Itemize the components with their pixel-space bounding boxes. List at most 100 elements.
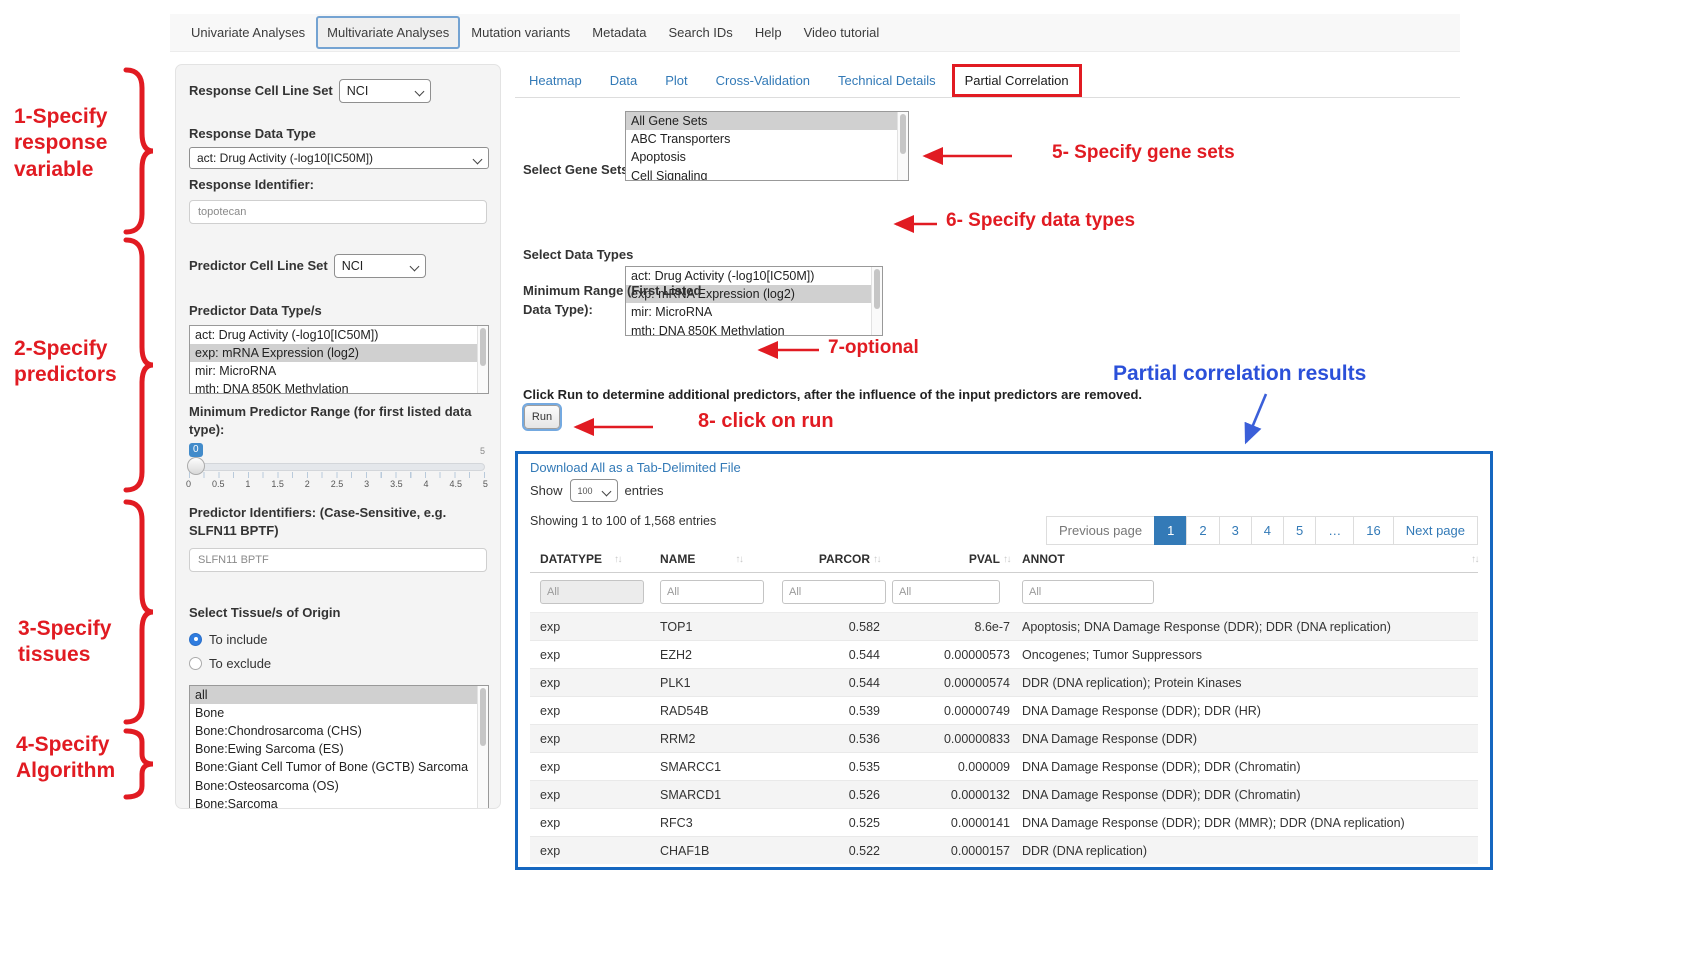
column-filter-input[interactable] <box>892 580 1000 604</box>
radio-button[interactable] <box>189 657 202 670</box>
column-filter-input[interactable] <box>540 580 644 604</box>
table-row[interactable]: exp SMARCD1 0.526 0.0000132 DNA Damage R… <box>530 780 1478 808</box>
data-types-label: Select Data Types <box>523 247 633 262</box>
scrollbar[interactable] <box>477 686 488 810</box>
predictor-identifiers-input[interactable] <box>189 548 487 572</box>
listbox-option[interactable]: Bone:Ewing Sarcoma (ES) <box>190 740 488 758</box>
listbox-option[interactable]: exp: mRNA Expression (log2) <box>190 344 488 362</box>
response-cell-line-set-label: Response Cell Line Set <box>189 82 333 100</box>
page-button[interactable]: … <box>1315 516 1354 545</box>
sort-icon[interactable]: ↑↓ <box>735 554 742 565</box>
column-header-parcor[interactable]: PARCOR↑↓ <box>772 552 882 566</box>
response-identifier-input[interactable] <box>189 200 487 224</box>
predictor-data-types-listbox[interactable]: act: Drug Activity (-log10[IC50M]) exp: … <box>189 325 489 394</box>
table-row[interactable]: exp TOP1 0.582 8.6e-7 Apoptosis; DNA Dam… <box>530 613 1478 640</box>
response-data-type-select[interactable]: act: Drug Activity (-log10[IC50M]) <box>189 147 489 169</box>
sort-icon[interactable]: ↑↓ <box>873 554 880 565</box>
listbox-option[interactable]: mth: DNA 850K Methylation <box>190 380 488 393</box>
brace-1 <box>120 66 158 236</box>
listbox-option[interactable]: mir: MicroRNA <box>190 362 488 380</box>
tick-label: 3 <box>364 479 369 489</box>
sort-icon[interactable]: ↑↓ <box>1471 554 1478 565</box>
nav-item[interactable]: Help <box>744 16 793 49</box>
listbox-option[interactable]: Bone:Chondrosarcoma (CHS) <box>190 722 488 740</box>
run-button[interactable]: Run <box>524 405 560 429</box>
partial-correlation-results: Download All as a Tab-Delimited File Sho… <box>515 451 1493 870</box>
scrollbar[interactable] <box>897 112 908 180</box>
scrollbar-thumb[interactable] <box>480 688 486 746</box>
tab[interactable]: Plot <box>653 65 699 96</box>
scrollbar-thumb[interactable] <box>480 328 486 366</box>
page-button[interactable]: 16 <box>1353 516 1393 545</box>
radio-button[interactable] <box>189 633 202 646</box>
listbox-option[interactable]: Bone <box>190 704 488 722</box>
tab[interactable]: Cross-Validation <box>704 65 822 96</box>
table-row[interactable]: exp RRM2 0.536 0.00000833 DNA Damage Res… <box>530 724 1478 752</box>
sort-icon[interactable]: ↑↓ <box>614 554 621 565</box>
cell-name: SMARCC1 <box>650 760 772 774</box>
response-data-type-value: act: Drug Activity (-log10[IC50M]) <box>197 151 373 165</box>
previous-page-button[interactable]: Previous page <box>1046 516 1155 545</box>
page-button[interactable]: 1 <box>1154 516 1187 545</box>
predictor-identifiers-label: Predictor Identifiers: (Case-Sensitive, … <box>189 504 489 540</box>
predictor-cell-line-set-select[interactable]: NCI <box>334 254 426 278</box>
cell-parcor: 0.535 <box>772 760 882 774</box>
page-button[interactable]: 2 <box>1186 516 1219 545</box>
table-row[interactable]: exp PLK1 0.544 0.00000574 DDR (DNA repli… <box>530 668 1478 696</box>
min-predictor-range-slider[interactable]: 0 5 00.511.522.533.544.55 <box>189 443 485 491</box>
tissue-listbox[interactable]: all Bone Bone:Chondrosarcoma (CHS) Bone:… <box>189 685 489 810</box>
tab[interactable]: Partial Correlation <box>952 64 1082 97</box>
radio-row[interactable]: To exclude <box>189 656 487 671</box>
column-filter-input[interactable] <box>660 580 764 604</box>
tab[interactable]: Data <box>598 65 649 96</box>
chevron-down-icon <box>601 487 611 497</box>
table-row[interactable]: exp EZH2 0.544 0.00000573 Oncogenes; Tum… <box>530 640 1478 668</box>
nav-item[interactable]: Mutation variants <box>460 16 581 49</box>
nav-item[interactable]: Multivariate Analyses <box>316 16 460 49</box>
page-button[interactable]: 3 <box>1219 516 1252 545</box>
listbox-option[interactable]: all <box>190 686 488 704</box>
sort-icon[interactable]: ↑↓ <box>1003 554 1010 565</box>
listbox-option[interactable]: Apoptosis <box>626 148 908 166</box>
page-size-select[interactable]: 100 <box>570 479 618 502</box>
slider-track[interactable] <box>189 463 485 471</box>
nav-item[interactable]: Metadata <box>581 16 657 49</box>
tab[interactable]: Heatmap <box>517 65 594 96</box>
nav-item[interactable]: Video tutorial <box>793 16 891 49</box>
nav-item[interactable]: Univariate Analyses <box>180 16 316 49</box>
listbox-option[interactable]: Bone:Osteosarcoma (OS) <box>190 777 488 795</box>
scrollbar[interactable] <box>477 326 488 393</box>
response-cell-line-set-select[interactable]: NCI <box>339 79 431 103</box>
listbox-option[interactable]: All Gene Sets <box>626 112 908 130</box>
listbox-option[interactable]: act: Drug Activity (-log10[IC50M]) <box>190 326 488 344</box>
download-link[interactable]: Download All as a Tab-Delimited File <box>530 460 1478 475</box>
gene-sets-listbox[interactable]: All Gene Sets ABC Transporters Apoptosis… <box>625 111 909 181</box>
column-header-name[interactable]: NAME↑↓ <box>650 552 772 566</box>
listbox-option[interactable]: mth: DNA 850K Methylation <box>626 322 882 336</box>
page-button[interactable]: 5 <box>1283 516 1316 545</box>
tab[interactable]: Technical Details <box>826 65 948 96</box>
column-filter <box>530 580 650 604</box>
column-filter-input[interactable] <box>1022 580 1154 604</box>
column-header-datatype[interactable]: DATATYPE↑↓ <box>530 552 650 566</box>
table-row[interactable]: exp RAD54B 0.539 0.00000749 DNA Damage R… <box>530 696 1478 724</box>
scrollbar-thumb[interactable] <box>874 269 880 309</box>
cell-annot: DNA Damage Response (DDR); DDR (Chromati… <box>1012 788 1478 802</box>
listbox-option[interactable]: Bone:Sarcoma <box>190 795 488 809</box>
column-header-pval[interactable]: PVAL↑↓ <box>882 552 1012 566</box>
nav-item[interactable]: Search IDs <box>658 16 744 49</box>
table-row[interactable]: exp SMARCC1 0.535 0.000009 DNA Damage Re… <box>530 752 1478 780</box>
table-row[interactable]: exp RFC3 0.525 0.0000141 DNA Damage Resp… <box>530 808 1478 836</box>
scrollbar[interactable] <box>871 267 882 335</box>
page-button[interactable]: 4 <box>1251 516 1284 545</box>
column-filter-input[interactable] <box>782 580 886 604</box>
scrollbar-thumb[interactable] <box>900 114 906 154</box>
radio-row[interactable]: To include <box>189 632 487 647</box>
listbox-option[interactable]: ABC Transporters <box>626 130 908 148</box>
listbox-option[interactable]: Bone:Giant Cell Tumor of Bone (GCTB) Sar… <box>190 758 488 776</box>
table-row[interactable]: exp CHAF1B 0.522 0.0000157 DDR (DNA repl… <box>530 836 1478 864</box>
column-header-annot[interactable]: ANNOT↑↓ <box>1012 552 1478 566</box>
next-page-button[interactable]: Next page <box>1393 516 1478 545</box>
cell-datatype: exp <box>530 704 650 718</box>
listbox-option[interactable]: Cell Signaling <box>626 167 908 181</box>
